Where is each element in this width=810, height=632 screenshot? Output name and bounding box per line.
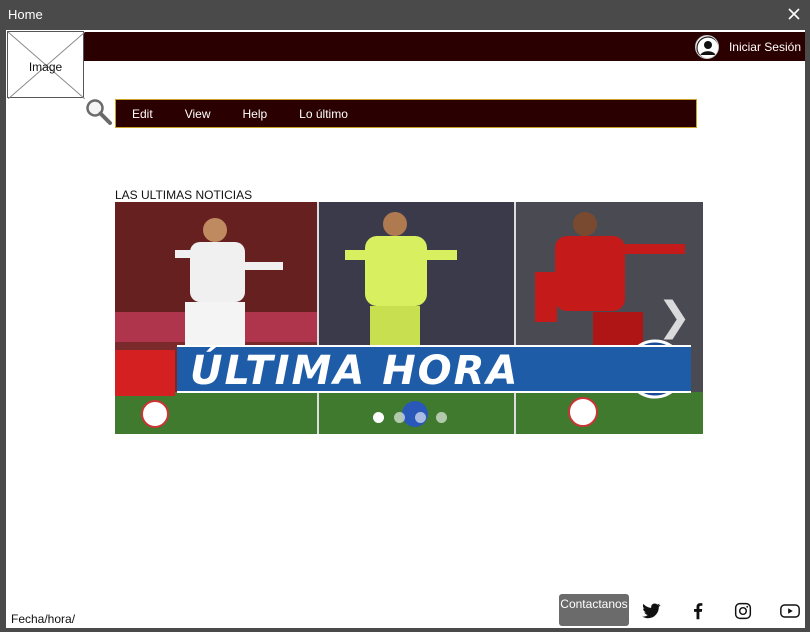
twitter-icon[interactable] [640, 600, 662, 622]
menu-item-view[interactable]: View [185, 107, 211, 121]
carousel-indicators [373, 412, 457, 423]
title-bar: Home [0, 0, 810, 30]
instagram-icon[interactable] [732, 600, 754, 622]
window-title: Home [8, 7, 43, 22]
carousel-image [115, 202, 703, 434]
logo-placeholder: Image [7, 31, 85, 99]
news-section-title: LAS ULTIMAS NOTICIAS [115, 188, 253, 202]
carousel-dot[interactable] [436, 412, 447, 423]
datetime-label: Fecha/hora/ [11, 612, 76, 626]
app-window: Home Iniciar Sesión Image Edit View Help… [0, 0, 810, 632]
menu-item-latest[interactable]: Lo último [299, 107, 348, 121]
contact-button[interactable]: Contactanos [559, 594, 629, 626]
top-bar: Iniciar Sesión [84, 32, 805, 61]
carousel-dot[interactable] [415, 412, 426, 423]
chevron-right-icon[interactable]: ❯ [657, 294, 691, 340]
logo-label: Image [28, 60, 63, 74]
news-carousel[interactable]: ÚLTIMA HORA ❯ [115, 202, 703, 434]
menu-item-edit[interactable]: Edit [132, 107, 153, 121]
youtube-icon[interactable] [779, 600, 801, 622]
close-icon[interactable] [786, 6, 802, 22]
login-button[interactable]: Iniciar Sesión [694, 35, 801, 59]
search-icon[interactable] [85, 98, 113, 126]
main-menu: Edit View Help Lo último [115, 99, 697, 128]
page-content: Iniciar Sesión Image Edit View Help Lo ú… [6, 30, 805, 628]
carousel-dot[interactable] [394, 412, 405, 423]
banner-text: ÚLTIMA HORA [190, 348, 520, 394]
user-avatar-icon [694, 35, 719, 59]
login-label: Iniciar Sesión [728, 40, 801, 54]
facebook-icon[interactable] [687, 600, 709, 622]
carousel-dot[interactable] [373, 412, 384, 423]
menu-item-help[interactable]: Help [242, 107, 267, 121]
